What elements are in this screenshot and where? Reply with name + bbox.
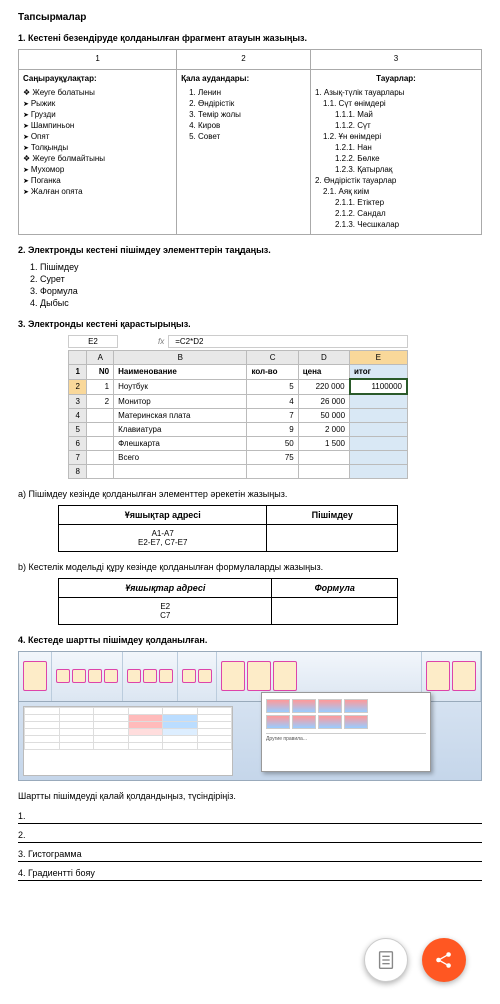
formula-bar: =C2*D2 xyxy=(168,335,408,348)
col3-content: Тауарлар: 1. Азық-түлік тауарлары 1.1. С… xyxy=(310,70,481,235)
task3-heading: 3. Электронды кестені қарастырыңыз. xyxy=(18,319,482,329)
excel-fragment: E2 fx =C2*D2 A B C D E 1 N0 Наименование… xyxy=(68,335,408,479)
task3a-table: Ұяшықтар адресі Пішімдеу А1-А7 Е2-Е7, С7… xyxy=(58,505,398,552)
answer-lines: 1. 2. 3. Гистограмма 4. Градиентті бояу xyxy=(18,809,482,881)
share-button[interactable] xyxy=(422,938,466,982)
conditional-format-popup: Другие правила... xyxy=(261,692,431,772)
col2-num: 2 xyxy=(177,50,311,70)
col1-content: Саңырауқұлақтар: Жеуге болатыны Рыжик Гр… xyxy=(19,70,177,235)
excel-app-screenshot: Другие правила... xyxy=(18,651,482,781)
col2-content: Қала аудандары: 1. Ленин 2. Өндірістік 3… xyxy=(177,70,311,235)
document-button[interactable] xyxy=(364,938,408,982)
document-icon xyxy=(375,949,397,971)
col3-num: 3 xyxy=(310,50,481,70)
task3a-heading: а) Пішімдеу кезінде қолданылған элементт… xyxy=(18,489,482,499)
task3b-heading: b) Кестелік модельді құру кезінде қолдан… xyxy=(18,562,482,572)
excel-grid: A B C D E 1 N0 Наименование кол-во цена … xyxy=(68,350,408,479)
task1-heading: 1. Кестені безендіруде қолданылған фрагм… xyxy=(18,33,482,43)
task4-footer: Шартты пішімдеуді қалай қолдандыңыз, түс… xyxy=(18,791,482,801)
task1-table: 1 2 3 Саңырауқұлақтар: Жеуге болатыны Ры… xyxy=(18,49,482,235)
fx-icon: fx xyxy=(158,337,164,346)
page-title: Тапсырмалар xyxy=(18,12,482,23)
task4-heading: 4. Кестеде шартты пішімдеу қолданылған. xyxy=(18,635,482,645)
cell-reference: E2 xyxy=(68,335,118,348)
share-icon xyxy=(433,949,455,971)
task3b-table: Ұяшықтар адресі Формула Е2 С7 xyxy=(58,578,398,625)
col1-num: 1 xyxy=(19,50,177,70)
task2-heading: 2. Электронды кестені пішімдеу элементте… xyxy=(18,245,482,255)
task2-list: 1. Пішімдеу 2. Сурет 3. Формула 4. Дыбыс xyxy=(18,261,482,309)
